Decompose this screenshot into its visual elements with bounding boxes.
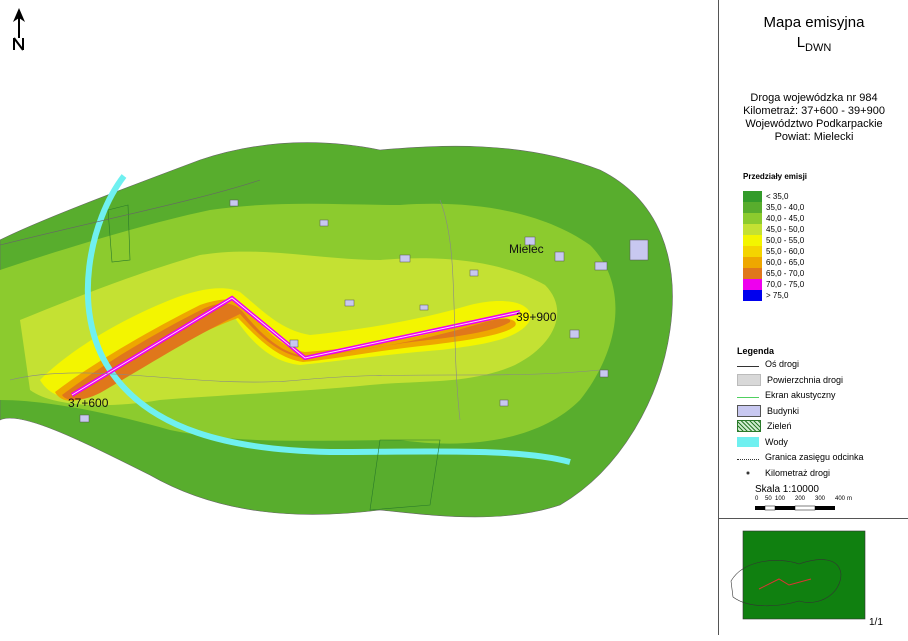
scale-ticks: 0 50 100 200 300 400 m [755, 496, 855, 504]
range-row: > 75,0 [743, 290, 788, 301]
range-swatch [743, 224, 762, 235]
legend-label: Ekran akustyczny [765, 390, 836, 400]
dotted-line-symbol-icon [737, 454, 759, 460]
legend-row: Powierzchnia drogi [737, 373, 843, 387]
place-label-mielec: Mielec [509, 242, 544, 256]
scale-tick-label: 0 [755, 496, 759, 502]
range-row: 65,0 - 70,0 [743, 268, 804, 279]
subtitle-subscript: DWN [805, 42, 832, 54]
legend-label: Granica zasięgu odcinka [765, 452, 864, 462]
range-label: 45,0 - 50,0 [766, 225, 805, 234]
legend-label: Powierzchnia drogi [767, 374, 844, 385]
range-label: > 75,0 [766, 291, 789, 300]
range-label: 60,0 - 65,0 [766, 258, 805, 267]
range-row: 60,0 - 65,0 [743, 257, 804, 268]
fill-gray-symbol-icon [737, 373, 761, 386]
legend-title: Legenda [737, 346, 775, 356]
dot-symbol-icon [737, 467, 759, 478]
fill-cyan-symbol-icon [737, 436, 759, 447]
scale-tick-label: 50 [765, 496, 772, 502]
powiat: Powiat: Mielecki [774, 131, 854, 143]
hatch-green-symbol-icon [737, 420, 761, 432]
range-label: 65,0 - 70,0 [766, 269, 805, 278]
legend-panel: Mapa emisyjna LDWN Droga wojewódzka nr 9… [718, 0, 908, 635]
range-label: 70,0 - 75,0 [766, 280, 805, 289]
legend-label: Zieleń [767, 421, 792, 431]
range-label: 35,0 - 40,0 [766, 203, 805, 212]
range-label: 55,0 - 60,0 [766, 247, 805, 256]
range-swatch [743, 235, 762, 246]
page-number: 1/1 [869, 617, 883, 628]
line-dark-symbol-icon [737, 361, 759, 367]
ranges-title: Przedziały emisji [743, 172, 808, 181]
subtitle-main: L [796, 34, 806, 51]
range-label: 50,0 - 55,0 [766, 236, 805, 245]
range-row: 45,0 - 50,0 [743, 224, 804, 235]
wojewodztwo: Województwo Podkarpackie [745, 118, 883, 130]
legend-row: Ekran akustyczny [737, 388, 836, 402]
range-row: < 35,0 [743, 191, 788, 202]
legend-label: Kilometraż drogi [765, 467, 831, 478]
legend-label: Wody [765, 436, 788, 447]
line-green-symbol-icon [737, 392, 759, 398]
map-subtitle: LDWN [719, 34, 908, 54]
range-label: < 35,0 [766, 192, 789, 201]
fill-lavender-symbol-icon [737, 404, 761, 417]
legend-row: Budynki [737, 404, 799, 418]
range-row: 40,0 - 45,0 [743, 213, 804, 224]
range-swatch [743, 202, 762, 213]
scale-bar: 0 50 100 200 300 400 m [755, 496, 855, 514]
range-label: 40,0 - 45,0 [766, 214, 805, 223]
range-row: 50,0 - 55,0 [743, 235, 804, 246]
kilometraz: Kilometraż: 37+600 - 39+900 [743, 105, 885, 117]
scale-tick-label: 300 [815, 496, 826, 502]
range-row: 70,0 - 75,0 [743, 279, 804, 290]
legend-row: Kilometraż drogi [737, 466, 830, 480]
north-arrow-icon [12, 8, 26, 52]
km-start-label: 37+600 [68, 396, 109, 410]
range-swatch [743, 268, 762, 279]
range-swatch [743, 290, 762, 301]
range-row: 55,0 - 60,0 [743, 246, 804, 257]
scale-tick-label: 200 [795, 496, 806, 502]
legend-row: Granica zasięgu odcinka [737, 450, 864, 464]
legend-row: Oś drogi [737, 357, 799, 371]
range-swatch [743, 246, 762, 257]
map-canvas [0, 142, 673, 518]
scale-tick-label: 100 [775, 496, 786, 502]
range-swatch [743, 191, 762, 202]
legend-row: Zieleń [737, 419, 792, 433]
legend-label: Oś drogi [765, 359, 800, 369]
range-swatch [743, 257, 762, 268]
km-end-label: 39+900 [516, 310, 557, 324]
map-title: Mapa emisyjna [763, 14, 865, 31]
range-swatch [743, 213, 762, 224]
emission-map[interactable]: Mielec 37+600 39+900 [0, 0, 718, 635]
scale-label: Skala 1:10000 [755, 484, 819, 495]
scale-tick-label: 400 [835, 496, 846, 502]
road-name: Droga wojewódzka nr 984 [750, 92, 878, 104]
legend-label: Budynki [767, 405, 800, 416]
range-row: 35,0 - 40,0 [743, 202, 804, 213]
overview-inset[interactable]: 1/1 [719, 518, 908, 636]
scale-unit-label: m [847, 496, 852, 502]
range-swatch [743, 279, 762, 290]
legend-row: Wody [737, 435, 788, 449]
